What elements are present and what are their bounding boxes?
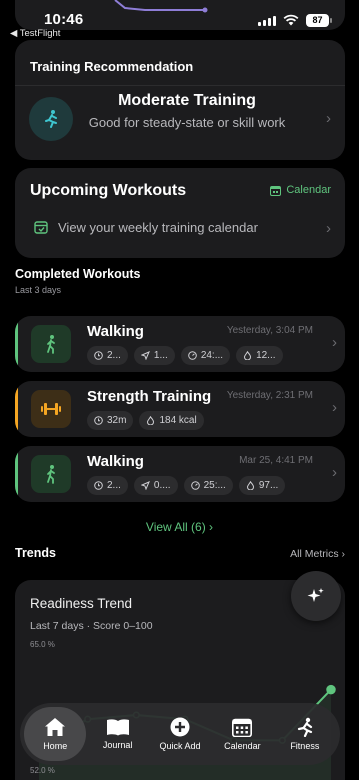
upcoming-workouts-card[interactable]: Upcoming Workouts Calendar View your wee…: [15, 168, 345, 258]
tab-label: Journal: [102, 740, 133, 750]
workout-card[interactable]: Strength Training Yesterday, 2:31 PM 32m…: [15, 381, 345, 437]
calendar-link-label: Calendar: [286, 184, 331, 196]
recommendation-header: Training Recommendation: [30, 59, 194, 74]
completed-workouts-subtitle: Last 3 days: [15, 285, 62, 295]
signal-icon: [258, 16, 276, 26]
calendar-check-icon: [34, 221, 48, 234]
divider: [15, 85, 345, 86]
tab-label: Home: [43, 741, 68, 751]
trend-top-label: 65.0 %: [30, 640, 55, 649]
completed-workouts-title: Completed Workouts: [15, 267, 141, 281]
trend-bottom-label: 52.0 %: [30, 766, 55, 775]
wifi-icon: [283, 14, 299, 26]
tab-label: Fitness: [290, 741, 320, 751]
pace-chip: 25:...: [183, 476, 233, 495]
workout-time: Yesterday, 3:04 PM: [226, 325, 313, 336]
walking-icon: [31, 325, 71, 363]
dumbbell-icon: [31, 390, 71, 428]
chevron-right-icon: ›: [332, 334, 337, 351]
trends-title: Trends: [15, 546, 56, 560]
pace-chip: 24:...: [180, 346, 231, 365]
view-all-link[interactable]: View All (6) ›: [0, 520, 359, 534]
duration-chip: 32m: [87, 411, 134, 430]
workout-name: Walking: [87, 453, 144, 470]
running-icon: [297, 717, 312, 737]
chevron-right-icon: ›: [332, 399, 337, 416]
back-to-testflight[interactable]: ◀ TestFlight: [10, 28, 60, 39]
accent-bar: [15, 381, 18, 437]
distance-chip: 1...: [133, 346, 175, 365]
workout-name: Walking: [87, 323, 144, 340]
status-time: 10:46: [44, 11, 84, 28]
tab-fitness[interactable]: Fitness: [274, 707, 336, 761]
weekly-calendar-label: View your weekly training calendar: [58, 220, 258, 235]
workout-name: Strength Training: [87, 388, 212, 405]
duration-chip: 2...: [87, 476, 128, 495]
tab-label: Quick Add: [159, 741, 201, 751]
book-icon: [106, 719, 129, 736]
tab-home[interactable]: Home: [24, 707, 87, 761]
gauge-icon: [188, 351, 197, 360]
flame-icon: [244, 351, 252, 360]
chevron-right-icon: ›: [332, 464, 337, 481]
tab-quick-add[interactable]: Quick Add: [149, 707, 211, 761]
clock-icon: [94, 351, 103, 360]
distance-chip: 0....: [133, 476, 178, 495]
flame-icon: [147, 416, 155, 425]
calendar-icon: [270, 185, 282, 196]
accent-bar: [15, 446, 18, 502]
workout-card[interactable]: Walking Yesterday, 3:04 PM 2... 1... 24:…: [15, 316, 345, 372]
calories-chip: 184 kcal: [139, 411, 204, 430]
workout-time: Yesterday, 2:31 PM: [226, 390, 313, 401]
running-icon: [29, 97, 73, 141]
calendar-link[interactable]: Calendar: [270, 184, 331, 196]
calories-chip: 97...: [238, 476, 286, 495]
flame-icon: [246, 481, 254, 490]
weekly-calendar-row[interactable]: View your weekly training calendar: [34, 220, 258, 235]
recommendation-title: Moderate Training: [118, 92, 256, 109]
walking-icon: [31, 455, 71, 493]
tab-bar: Home Journal Quick Add Calendar Fitness: [20, 703, 340, 765]
duration-chip: 2...: [87, 346, 128, 365]
trend-subtitle: Last 7 days · Score 0–100: [30, 620, 153, 632]
chevron-right-icon: ›: [326, 220, 331, 237]
calendar-icon: [232, 718, 253, 737]
plus-circle-icon: [170, 717, 190, 737]
clock-icon: [94, 416, 103, 425]
tab-label: Calendar: [224, 740, 261, 751]
tab-journal[interactable]: Journal: [86, 707, 148, 761]
calories-chip: 12...: [236, 346, 283, 365]
upcoming-title: Upcoming Workouts: [30, 182, 187, 199]
home-icon: [45, 718, 66, 736]
accent-bar: [15, 316, 18, 372]
trend-title: Readiness Trend: [30, 596, 133, 611]
chevron-right-icon: ›: [326, 110, 331, 127]
tab-calendar[interactable]: Calendar: [211, 707, 273, 761]
gauge-icon: [190, 481, 200, 490]
clock-icon: [94, 481, 103, 490]
sparkle-icon: [307, 588, 324, 602]
location-arrow-icon: [140, 481, 150, 490]
all-metrics-link[interactable]: All Metrics ›: [290, 548, 345, 560]
workout-time: Mar 25, 4:41 PM: [239, 455, 313, 466]
workout-card[interactable]: Walking Mar 25, 4:41 PM 2... 0.... 25:..…: [15, 446, 345, 502]
training-recommendation-card[interactable]: Training Recommendation Moderate Trainin…: [15, 40, 345, 160]
status-bar: 10:46 ◀ TestFlight 87: [0, 0, 359, 42]
recommendation-subtitle: Good for steady-state or skill work: [88, 115, 286, 130]
sparkle-button[interactable]: [291, 571, 341, 621]
battery-indicator: 87: [306, 14, 332, 27]
location-arrow-icon: [140, 351, 150, 360]
trend-point: [326, 684, 336, 695]
